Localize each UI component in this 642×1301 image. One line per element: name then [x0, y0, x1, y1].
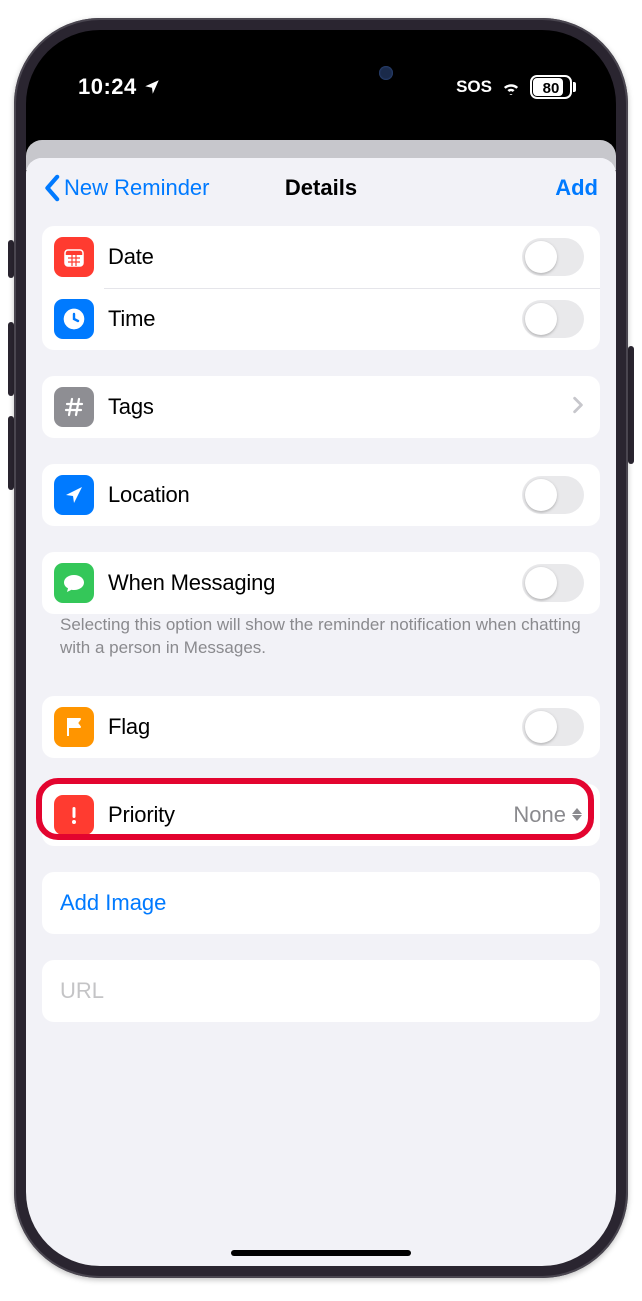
url-group: URL: [42, 960, 600, 1022]
status-time: 10:24: [78, 74, 137, 100]
priority-group: Priority None: [42, 784, 600, 846]
wifi-icon: [500, 79, 522, 95]
phone-frame: 10:24 SOS 80: [14, 18, 628, 1278]
flag-toggle[interactable]: [522, 708, 584, 746]
back-button[interactable]: New Reminder: [44, 174, 210, 202]
front-camera: [379, 66, 393, 80]
location-toggle[interactable]: [522, 476, 584, 514]
nav-bar: New Reminder Details Add: [26, 158, 616, 218]
phone-screen: 10:24 SOS 80: [26, 30, 616, 1266]
location-services-icon: [143, 78, 161, 96]
flag-group: Flag: [42, 696, 600, 758]
url-placeholder: URL: [60, 978, 104, 1004]
flag-row[interactable]: Flag: [42, 696, 600, 758]
hash-icon: [54, 387, 94, 427]
messaging-label: When Messaging: [108, 570, 522, 596]
messaging-row[interactable]: When Messaging: [42, 552, 600, 614]
location-group: Location: [42, 464, 600, 526]
messaging-footer: Selecting this option will show the remi…: [42, 614, 600, 664]
back-label: New Reminder: [64, 175, 210, 201]
date-time-group: Date Time: [42, 226, 600, 350]
flag-icon: [54, 707, 94, 747]
sos-indicator: SOS: [456, 77, 492, 97]
priority-label: Priority: [108, 802, 513, 828]
time-label: Time: [108, 306, 522, 332]
date-row[interactable]: Date: [42, 226, 600, 288]
location-label: Location: [108, 482, 522, 508]
add-image-group: Add Image: [42, 872, 600, 934]
phone-side-button: [628, 346, 634, 464]
message-bubble-icon: [54, 563, 94, 603]
chevron-right-icon: [572, 396, 584, 419]
location-row[interactable]: Location: [42, 464, 600, 526]
priority-row[interactable]: Priority None: [42, 784, 600, 846]
dynamic-island: [237, 52, 405, 94]
flag-label: Flag: [108, 714, 522, 740]
priority-value-text: None: [513, 802, 566, 828]
location-arrow-icon: [54, 475, 94, 515]
home-indicator[interactable]: [231, 1250, 411, 1256]
messaging-group: When Messaging: [42, 552, 600, 614]
up-down-chevron-icon: [570, 808, 584, 821]
time-row[interactable]: Time: [42, 288, 600, 350]
tags-row[interactable]: Tags: [42, 376, 600, 438]
battery-indicator: 80: [530, 75, 576, 99]
exclamation-icon: [54, 795, 94, 835]
tags-label: Tags: [108, 394, 572, 420]
details-sheet: New Reminder Details Add Date: [26, 158, 616, 1266]
date-label: Date: [108, 244, 522, 270]
details-content: Date Time: [26, 218, 616, 1068]
add-image-button[interactable]: Add Image: [42, 872, 600, 934]
add-button[interactable]: Add: [555, 175, 598, 201]
url-field[interactable]: URL: [42, 960, 600, 1022]
tags-group: Tags: [42, 376, 600, 438]
calendar-icon: [54, 237, 94, 277]
date-toggle[interactable]: [522, 238, 584, 276]
time-toggle[interactable]: [522, 300, 584, 338]
messaging-toggle[interactable]: [522, 564, 584, 602]
priority-value[interactable]: None: [513, 802, 584, 828]
clock-icon: [54, 299, 94, 339]
